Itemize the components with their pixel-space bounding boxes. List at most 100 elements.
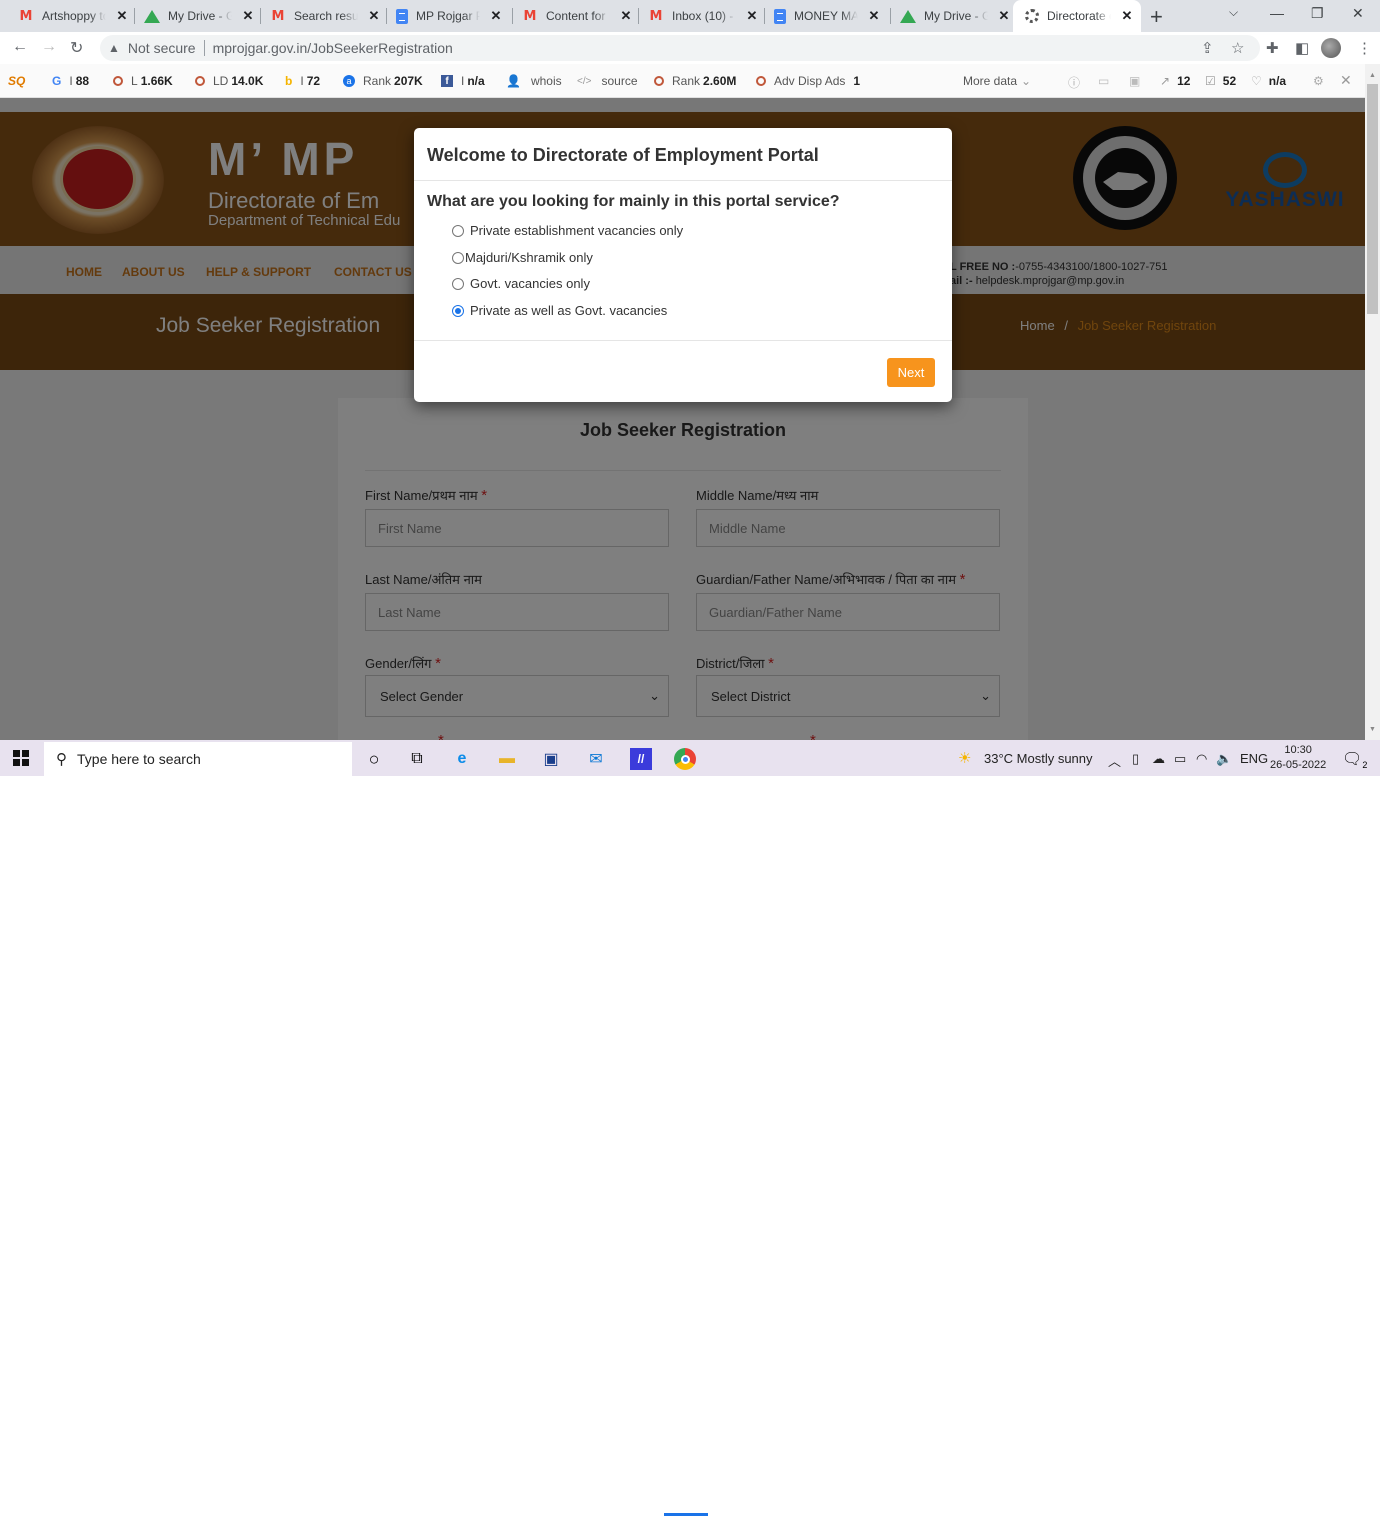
- url-text[interactable]: mprojgar.gov.in/JobSeekerRegistration: [213, 40, 453, 56]
- option-majduri[interactable]: Majduri/Kshramik only: [452, 250, 593, 265]
- tab-strip: M Artshoppy top ✕ My Drive - Go ✕ M Sear…: [0, 0, 1380, 32]
- tab[interactable]: M Artshoppy top ✕: [10, 0, 135, 32]
- taskbar-search[interactable]: ⚲ Type here to search: [44, 742, 352, 776]
- windows-start-icon[interactable]: [13, 750, 29, 766]
- reload-icon[interactable]: ↻: [70, 38, 83, 58]
- robots-icon[interactable]: ▣: [1129, 74, 1140, 88]
- tab-title: Directorate of: [1047, 9, 1111, 23]
- modal-title: Welcome to Directorate of Employment Por…: [427, 145, 819, 165]
- close-window-icon[interactable]: ✕: [1352, 5, 1364, 22]
- tab[interactable]: MONEY MATT ✕: [766, 0, 891, 32]
- mail-icon[interactable]: ✉: [585, 748, 607, 770]
- tab[interactable]: M Content for Hi ✕: [514, 0, 639, 32]
- close-toolbar-icon[interactable]: ✕: [1340, 72, 1352, 89]
- warning-icon: ▲: [108, 41, 120, 55]
- tab[interactable]: M Search results ✕: [262, 0, 387, 32]
- tab-search-icon[interactable]: ⌵: [1229, 5, 1238, 20]
- extensions-icon[interactable]: ✚: [1266, 39, 1279, 57]
- menu-icon[interactable]: ⋮: [1357, 39, 1372, 57]
- seoquake-logo-icon[interactable]: SQ: [8, 74, 25, 88]
- info-icon[interactable]: ⓘ: [1068, 74, 1080, 91]
- settings-gear-icon[interactable]: ⚙: [1313, 74, 1324, 88]
- seo-item[interactable]: Rank 2.60M: [654, 74, 736, 88]
- whois-link[interactable]: 👤 whois: [506, 74, 562, 88]
- clock[interactable]: 10:30 26-05-2022: [1270, 743, 1326, 773]
- next-button[interactable]: Next: [887, 358, 935, 387]
- scroll-thumb[interactable]: [1367, 84, 1378, 314]
- seo-item[interactable]: LD 14.0K: [195, 74, 263, 88]
- cortana-icon[interactable]: ○: [363, 748, 385, 770]
- meet-icon[interactable]: ▯: [1132, 751, 1139, 767]
- new-tab-button[interactable]: +: [1150, 4, 1163, 30]
- language-indicator[interactable]: ENG: [1240, 751, 1268, 766]
- more-data-dropdown[interactable]: More data ⌄: [963, 74, 1031, 88]
- store-icon[interactable]: ▣: [540, 748, 562, 770]
- source-link[interactable]: </> source: [577, 74, 638, 88]
- code-icon: </>: [577, 75, 592, 87]
- display-icon[interactable]: ▭: [1098, 74, 1109, 88]
- task-view-icon[interactable]: ⧉: [406, 748, 428, 770]
- radio-button-checked[interactable]: [452, 304, 464, 317]
- close-tab-icon[interactable]: ✕: [996, 8, 1012, 24]
- edge-icon[interactable]: e: [451, 748, 473, 770]
- tab[interactable]: M Inbox (10) - co ✕: [640, 0, 765, 32]
- page-scrollbar[interactable]: ▲ ▼: [1365, 64, 1380, 740]
- close-tab-icon[interactable]: ✕: [366, 8, 382, 24]
- minimize-icon[interactable]: —: [1270, 5, 1284, 21]
- tab-title: Search results: [294, 9, 358, 23]
- onedrive-icon[interactable]: ☁: [1152, 751, 1165, 767]
- weather-text[interactable]: 33°C Mostly sunny: [984, 751, 1093, 766]
- welcome-modal: Welcome to Directorate of Employment Por…: [414, 128, 952, 402]
- share-icon[interactable]: ⇪: [1201, 39, 1214, 57]
- close-tab-icon[interactable]: ✕: [114, 8, 130, 24]
- heart-icon: ♡: [1251, 74, 1262, 88]
- close-tab-icon[interactable]: ✕: [240, 8, 256, 24]
- address-bar[interactable]: ▲ Not secure mprojgar.gov.in/JobSeekerRe…: [100, 35, 1260, 61]
- radio-button[interactable]: [452, 224, 464, 237]
- forward-icon[interactable]: →: [41, 38, 57, 56]
- scroll-down-icon[interactable]: ▼: [1369, 726, 1376, 733]
- google-docs-icon: [774, 8, 786, 24]
- show-hidden-icons[interactable]: ︿: [1108, 751, 1121, 770]
- close-tab-icon[interactable]: ✕: [744, 8, 760, 24]
- scroll-up-icon[interactable]: ▲: [1369, 72, 1376, 79]
- weather-icon[interactable]: ☀: [958, 749, 971, 767]
- option-govt-only[interactable]: Govt. vacancies only: [452, 276, 590, 291]
- seo-item[interactable]: a Rank 207K: [343, 74, 423, 88]
- restore-icon[interactable]: ❐: [1311, 5, 1324, 22]
- google-drive-icon: [900, 8, 916, 24]
- tab-active[interactable]: Directorate of ✕: [1013, 0, 1141, 32]
- close-tab-icon[interactable]: ✕: [618, 8, 634, 24]
- seo-item[interactable]: G I 88: [52, 74, 89, 88]
- tab[interactable]: My Drive - Go ✕: [892, 0, 1017, 32]
- chrome-icon[interactable]: [674, 748, 696, 770]
- close-tab-icon[interactable]: ✕: [866, 8, 882, 24]
- battery-icon[interactable]: ▭: [1174, 751, 1186, 767]
- notifications-icon[interactable]: 🗨2: [1342, 749, 1367, 770]
- close-tab-icon[interactable]: ✕: [1119, 8, 1135, 24]
- side-panel-icon[interactable]: ◧: [1295, 39, 1309, 57]
- app-icon[interactable]: //: [630, 748, 652, 770]
- radio-button[interactable]: [452, 277, 464, 290]
- volume-icon[interactable]: 🔈: [1216, 751, 1232, 767]
- internal-links[interactable]: ☑ 52: [1205, 74, 1236, 88]
- bookmark-star-icon[interactable]: ☆: [1231, 39, 1244, 57]
- seo-item[interactable]: Adv Disp Ads 1: [756, 74, 860, 88]
- profile-avatar[interactable]: [1321, 38, 1341, 58]
- radio-button[interactable]: [452, 251, 464, 264]
- file-explorer-icon[interactable]: ▬: [496, 748, 518, 770]
- tab[interactable]: My Drive - Go ✕: [136, 0, 261, 32]
- option-private-only[interactable]: Private establishment vacancies only: [452, 223, 683, 238]
- google-drive-icon: [144, 8, 160, 24]
- seo-item[interactable]: L 1.66K: [113, 74, 173, 88]
- back-icon[interactable]: ←: [12, 38, 28, 56]
- wifi-icon[interactable]: ◠: [1196, 751, 1207, 767]
- external-links[interactable]: ↗ 12: [1160, 74, 1190, 88]
- close-tab-icon[interactable]: ✕: [488, 8, 504, 24]
- health[interactable]: ♡ n/a: [1251, 74, 1286, 88]
- tab[interactable]: MP Rojgar Par ✕: [388, 0, 513, 32]
- seo-item[interactable]: b I 72: [285, 74, 320, 88]
- seo-item[interactable]: f In/a: [441, 74, 485, 88]
- user-icon: 👤: [506, 74, 521, 88]
- option-private-and-govt[interactable]: Private as well as Govt. vacancies: [452, 303, 667, 318]
